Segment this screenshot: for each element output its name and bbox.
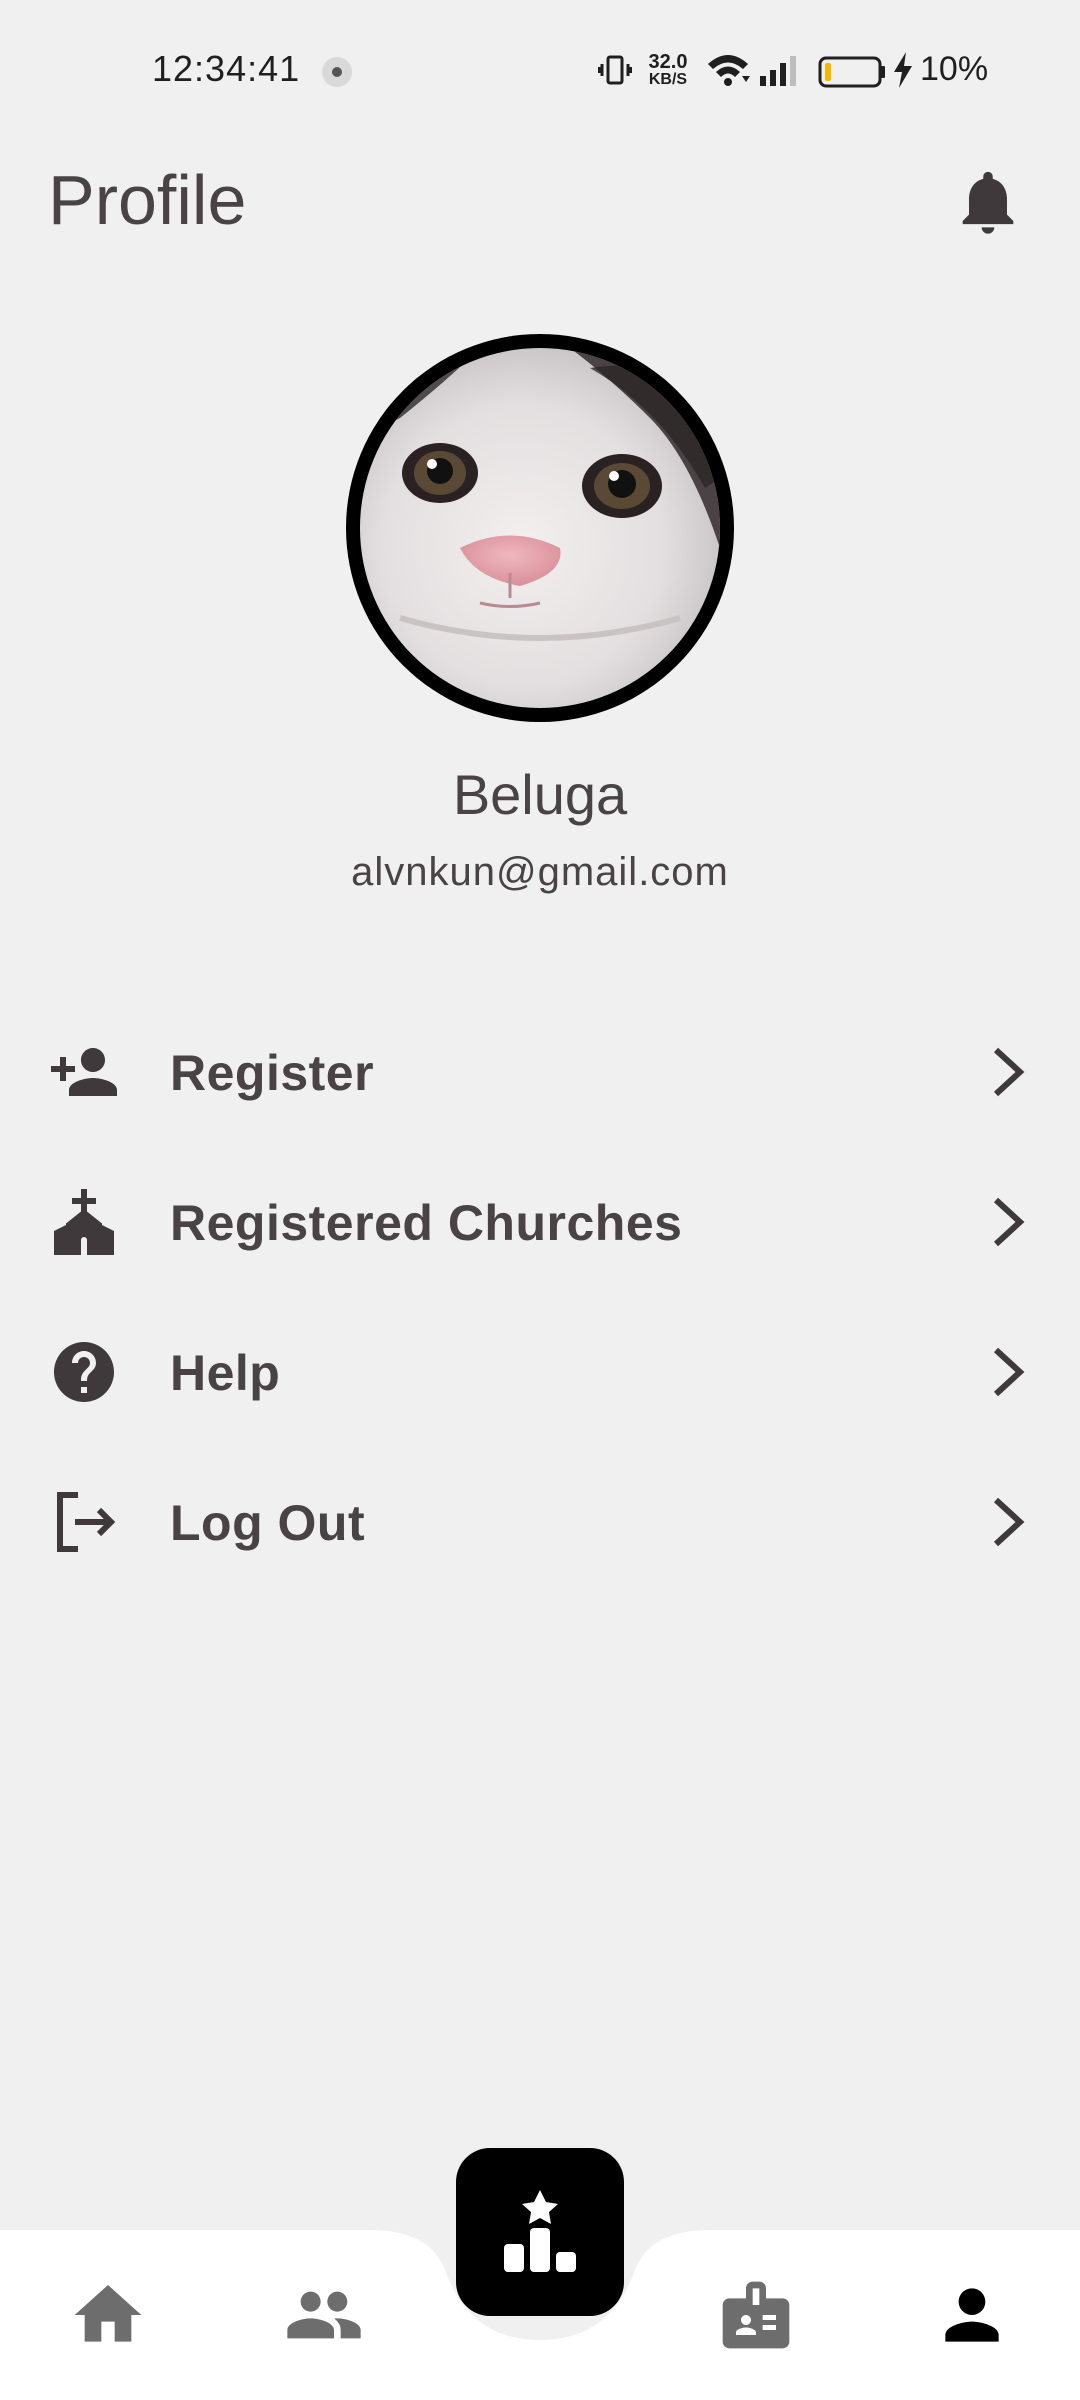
recording-indicator-icon: [322, 57, 352, 87]
battery-percent: 10%: [920, 50, 989, 88]
chevron-right-icon: [993, 1197, 1025, 1247]
vibrate-icon: [598, 55, 632, 85]
cat-photo-image: [360, 348, 720, 708]
user-name: Beluga: [452, 763, 628, 826]
chevron-right-icon: [993, 1497, 1025, 1547]
badge-icon[interactable]: [716, 2275, 796, 2355]
help-icon: [54, 1342, 114, 1402]
network-speed-value: 32.0: [648, 51, 688, 73]
logout-icon: [57, 1492, 116, 1552]
menu-item-registered-churches[interactable]: Registered Churches: [0, 1150, 1080, 1300]
person-add-icon: [51, 1048, 117, 1096]
avatar[interactable]: [346, 334, 734, 722]
menu-item-log-out[interactable]: Log Out: [0, 1450, 1080, 1600]
church-icon: [54, 1189, 114, 1255]
menu-item-help[interactable]: Help: [0, 1300, 1080, 1450]
menu-item-register[interactable]: Register: [0, 1000, 1080, 1150]
status-icons: 32.0 KB/S 10%: [598, 48, 998, 92]
menu-label: Registered Churches: [170, 1195, 683, 1251]
status-bar: 12:34:41 32.0 KB/S 10%: [0, 0, 1080, 140]
person-icon[interactable]: [932, 2275, 1012, 2355]
avatar-photo: [360, 348, 720, 708]
profile-menu: Register Registered Churches Help Log Ou…: [0, 1000, 1080, 1600]
home-icon[interactable]: [68, 2275, 148, 2355]
user-email: alvnkun@gmail.com: [351, 850, 729, 894]
charging-icon: [894, 52, 912, 88]
network-speed: 32.0 KB/S: [644, 52, 692, 88]
leaderboard-fab-button[interactable]: [456, 2148, 624, 2316]
menu-label: Register: [170, 1045, 375, 1101]
notifications-bell-icon[interactable]: [950, 160, 1026, 244]
wifi-icon: [708, 55, 750, 86]
leaderboard-icon: [504, 2190, 576, 2272]
signal-icon: [760, 56, 796, 86]
chevron-right-icon: [993, 1347, 1025, 1397]
menu-label: Log Out: [170, 1495, 366, 1551]
battery-icon: [818, 56, 885, 88]
status-time: 12:34:41: [152, 48, 301, 89]
chevron-right-icon: [993, 1047, 1025, 1097]
menu-label: Help: [170, 1345, 281, 1401]
page-title: Profile: [48, 161, 247, 239]
network-speed-unit: KB/S: [648, 71, 688, 88]
group-icon[interactable]: [284, 2275, 364, 2355]
